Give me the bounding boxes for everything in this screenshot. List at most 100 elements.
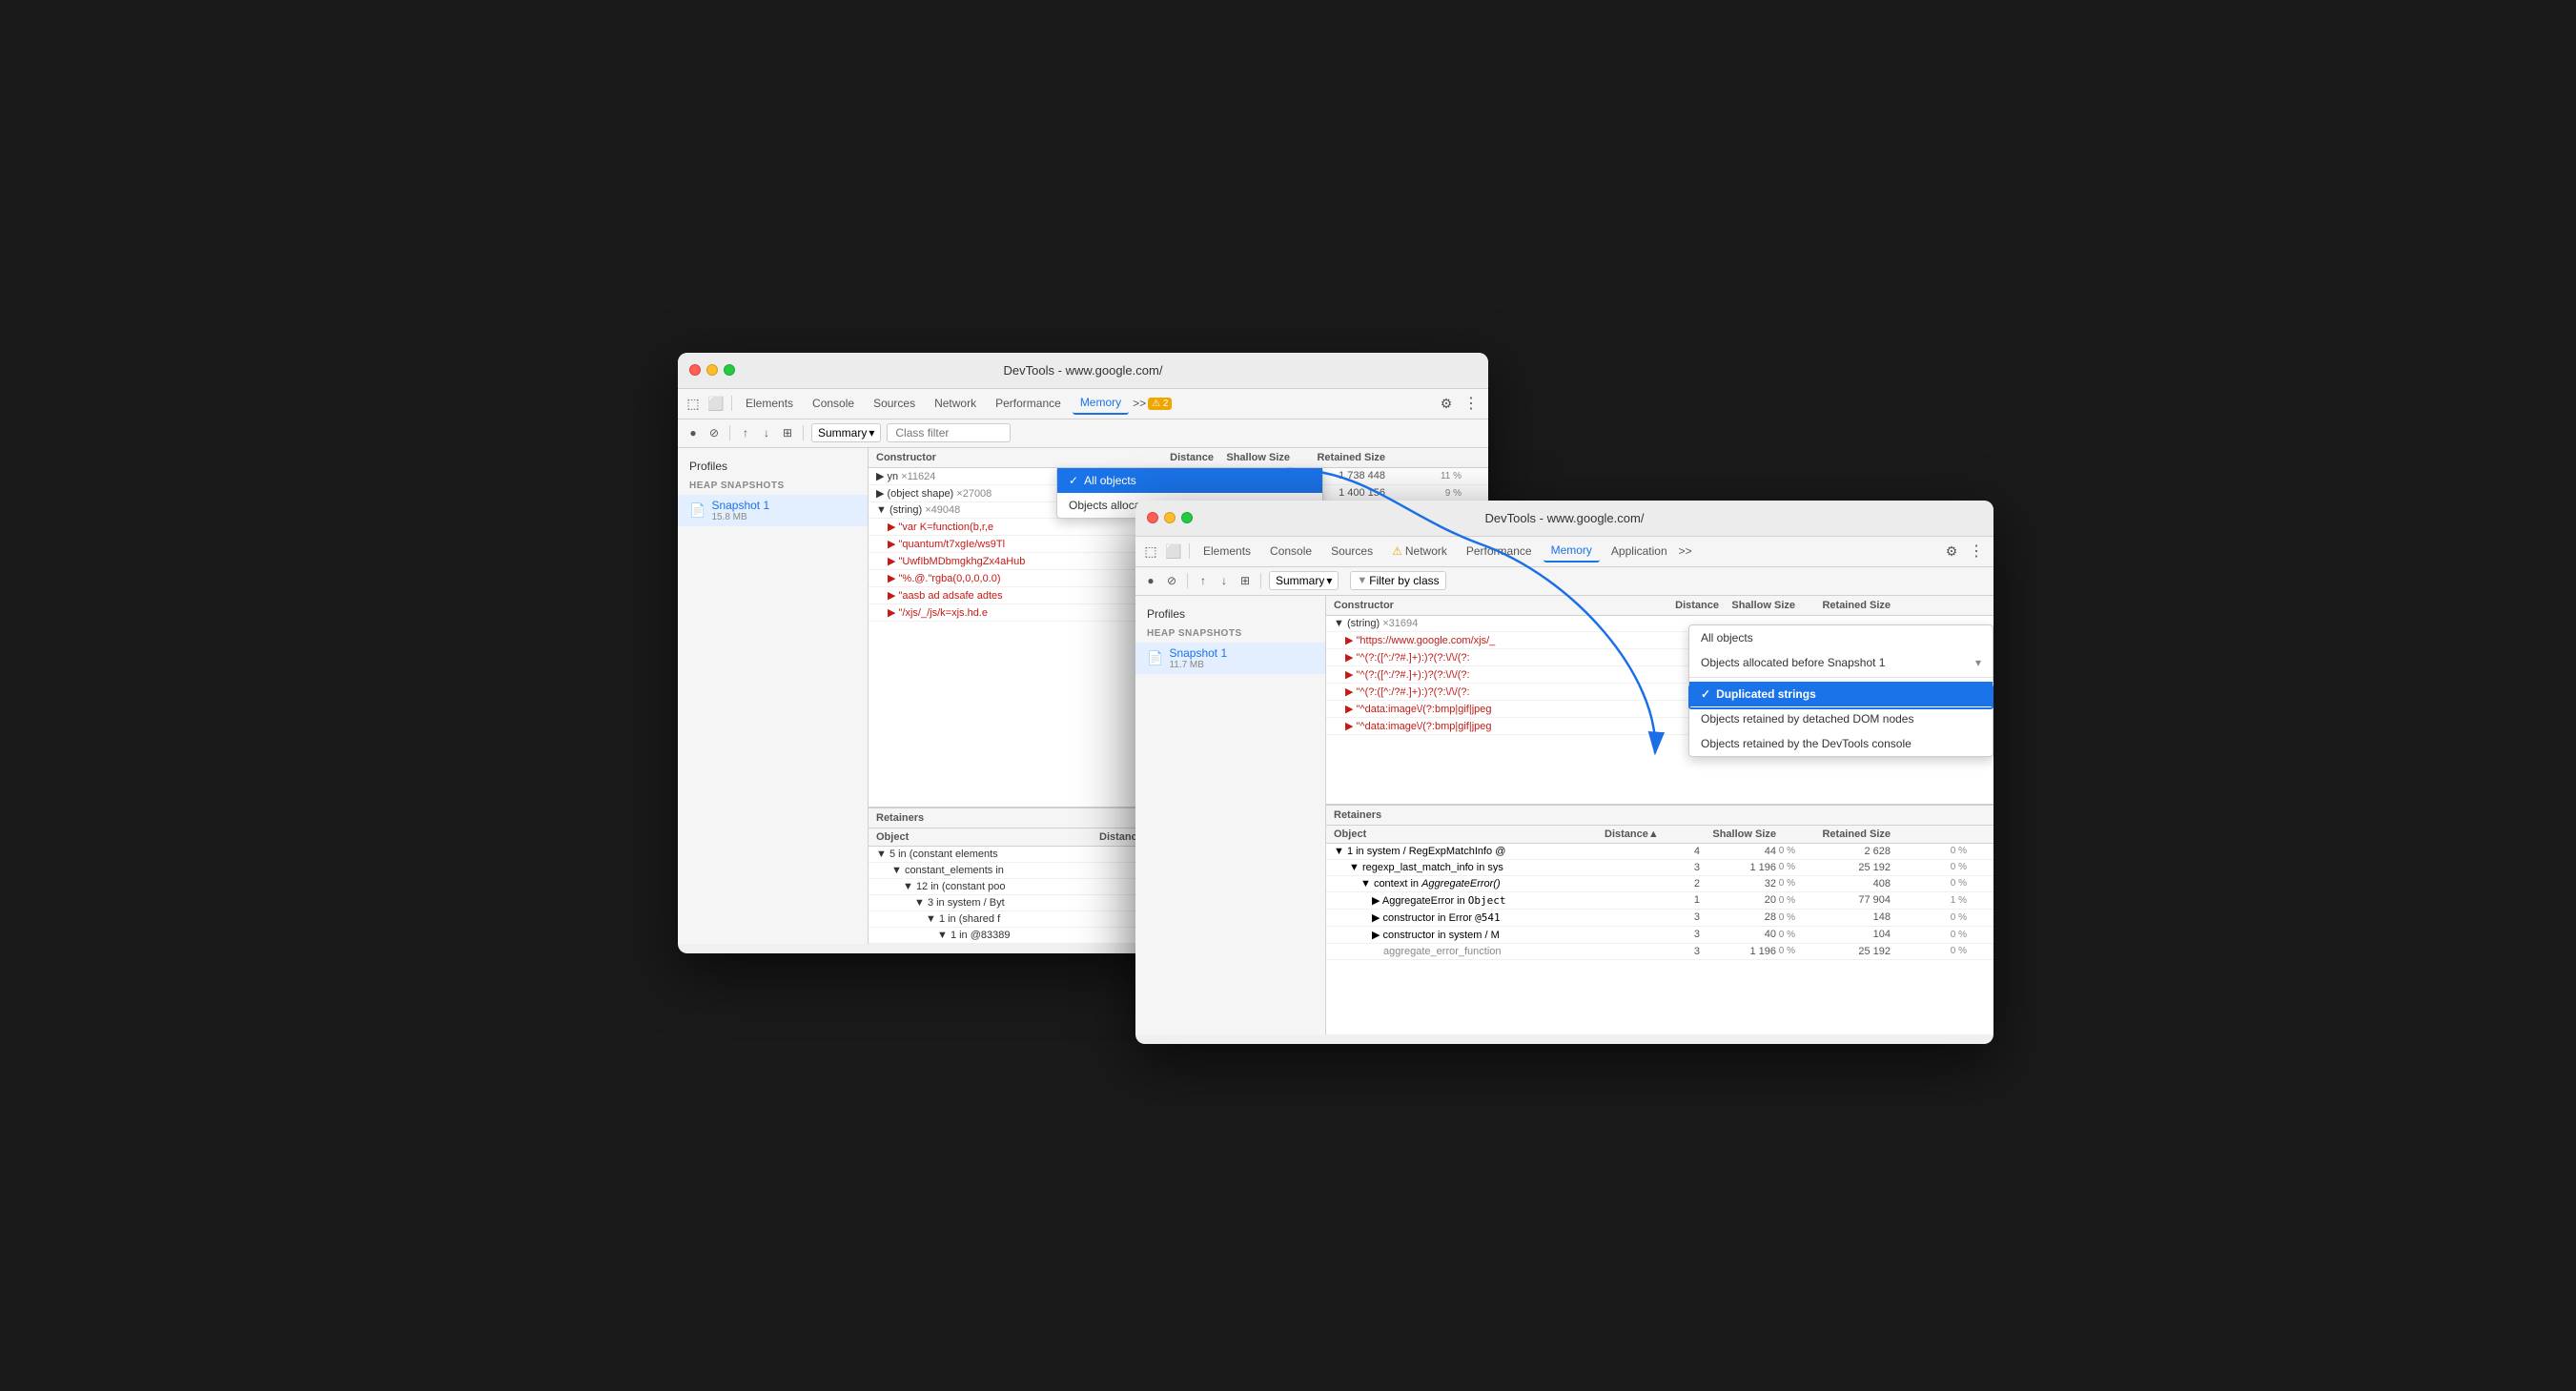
table-row[interactable]: aggregate_error_function 3 1 196 0 % 25 … [1326, 944, 1993, 960]
back-warning-badge: ⚠ 2 [1148, 398, 1172, 410]
front-collect-icon[interactable]: ⊞ [1237, 573, 1253, 588]
back-memory-toolbar: ● ⊘ ↑ ↓ ⊞ Summary ▾ [678, 419, 1488, 448]
back-mem-sep2 [803, 425, 804, 440]
back-upload-icon[interactable]: ↑ [738, 425, 753, 440]
front-tab-network[interactable]: ⚠ Network [1384, 541, 1455, 562]
ret-name: ▼ context in AggregateError() [1334, 878, 1605, 890]
back-more-options[interactable]: ⋮ [1460, 394, 1482, 413]
table-row[interactable]: ▶ AggregateError in Object 1 20 0 % 77 9… [1326, 892, 1993, 910]
back-col-retained: Retained Size [1309, 452, 1385, 463]
back-col-shallow-pct [1290, 452, 1309, 463]
front-tab-elements[interactable]: Elements [1196, 541, 1258, 562]
front-window-title: DevTools - www.google.com/ [1485, 511, 1645, 525]
ret-sh: 1 196 [1700, 862, 1776, 873]
ret-ret: 25 192 [1795, 862, 1891, 873]
back-device-icon[interactable]: ⬜ [706, 394, 726, 413]
front-dropdown-devtools-console[interactable]: Objects retained by the DevTools console [1689, 731, 1993, 756]
back-download-icon[interactable]: ↓ [759, 425, 774, 440]
back-tab-network[interactable]: Network [927, 393, 984, 414]
back-col-constructor: Constructor [876, 452, 1137, 463]
ret-shp: 0 % [1776, 930, 1795, 940]
back-profiles-label: Profiles [689, 460, 727, 473]
back-snapshot-size: 15.8 MB [711, 512, 769, 522]
back-tab-elements[interactable]: Elements [738, 393, 801, 414]
back-snapshot-icon: 📄 [689, 502, 705, 519]
back-collect-icon[interactable]: ⊞ [780, 425, 795, 440]
front-upload-icon[interactable]: ↑ [1196, 573, 1211, 588]
table-row[interactable]: ▼ regexp_last_match_info in sys 3 1 196 … [1326, 860, 1993, 876]
front-tab-performance[interactable]: Performance [1459, 541, 1540, 562]
back-ret-col-object: Object [876, 831, 1099, 843]
back-inspect-icon[interactable]: ⬚ [684, 394, 703, 413]
row-name: ▼ (string) ×31694 [1334, 618, 1643, 629]
back-dropdown-all-objects[interactable]: ✓ All objects [1057, 468, 1322, 493]
front-summary-select[interactable]: Summary ▾ [1269, 571, 1339, 590]
front-tab-console[interactable]: Console [1262, 541, 1319, 562]
front-main-content: Constructor Distance Shallow Size Retain… [1326, 596, 1993, 1034]
back-dropdown-item-label: All objects [1084, 474, 1136, 487]
front-settings-icon[interactable]: ⚙ [1942, 542, 1961, 561]
table-row[interactable]: ▼ context in AggregateError() 2 32 0 % 4… [1326, 876, 1993, 892]
back-close-button[interactable] [689, 364, 701, 376]
front-filter-icon-svg: ▼ [1357, 575, 1367, 586]
ret-ret: 77 904 [1795, 894, 1891, 906]
table-row[interactable]: ▼ 1 in system / RegExpMatchInfo @ 4 44 0… [1326, 844, 1993, 860]
back-tab-memory[interactable]: Memory [1073, 392, 1129, 415]
front-dropdown-before-snapshot[interactable]: Objects allocated before Snapshot 1 ▾ [1689, 650, 1993, 678]
front-snapshot-item[interactable]: 📄 Snapshot 1 11.7 MB [1135, 643, 1325, 674]
front-dropdown-all-objects[interactable]: All objects [1689, 625, 1993, 650]
row-name: ▶ "https://www.google.com/xjs/_ [1334, 634, 1643, 646]
front-tab-sources[interactable]: Sources [1323, 541, 1380, 562]
back-sidebar-profiles[interactable]: Profiles [678, 456, 868, 477]
ret-retp: 0 % [1891, 946, 1967, 956]
front-clear-icon[interactable]: ⊘ [1164, 573, 1179, 588]
front-download-icon[interactable]: ↓ [1216, 573, 1232, 588]
back-more-icon: >> [1133, 397, 1146, 410]
front-tab-application[interactable]: Application [1604, 541, 1675, 562]
back-maximize-button[interactable] [724, 364, 735, 376]
ret-dist: 1 [1605, 894, 1700, 906]
table-row[interactable]: ▶ constructor in Error @541 3 28 0 % 148… [1326, 910, 1993, 927]
back-summary-label: Summary [818, 426, 867, 440]
front-dropdown-duplicated-strings[interactable]: ✓ Duplicated strings [1689, 682, 1993, 706]
back-clear-icon[interactable]: ⊘ [706, 425, 722, 440]
front-close-button[interactable] [1147, 512, 1158, 523]
front-more-options[interactable]: ⋮ [1965, 542, 1988, 561]
ret-sh: 32 [1700, 878, 1776, 890]
ret-retp: 0 % [1891, 912, 1967, 923]
row-name: ▶ "UwfIbMDbmgkhgZx4aHub [876, 555, 1137, 567]
back-minimize-button[interactable] [706, 364, 718, 376]
front-filter-select[interactable]: ▼ Filter by class [1350, 571, 1445, 590]
back-tab-performance[interactable]: Performance [988, 393, 1069, 414]
table-row[interactable]: ▶ constructor in system / M 3 40 0 % 104… [1326, 927, 1993, 944]
front-record-icon[interactable]: ● [1143, 573, 1158, 588]
back-tab-sources[interactable]: Sources [866, 393, 923, 414]
back-mem-sep1 [729, 425, 730, 440]
front-maximize-button[interactable] [1181, 512, 1193, 523]
back-settings-icon[interactable]: ⚙ [1437, 394, 1456, 413]
ret-dist: 3 [1605, 862, 1700, 873]
front-mem-sep1 [1187, 573, 1188, 588]
front-tab-memory[interactable]: Memory [1544, 540, 1600, 563]
back-more-tabs[interactable]: >> ⚠ 2 [1133, 397, 1172, 410]
front-more-tabs[interactable]: >> [1679, 544, 1692, 558]
front-dropdown-detached-dom[interactable]: Objects retained by detached DOM nodes [1689, 706, 1993, 731]
front-sidebar-profiles[interactable]: Profiles [1135, 603, 1325, 624]
front-minimize-button[interactable] [1164, 512, 1176, 523]
front-col-constructor: Constructor [1334, 600, 1643, 611]
back-snapshot-item[interactable]: 📄 Snapshot 1 15.8 MB [678, 495, 868, 526]
front-ret-col-retainedpct [1891, 828, 1967, 840]
front-ret-col-x [1967, 828, 1986, 840]
back-record-icon[interactable]: ● [685, 425, 701, 440]
front-device-icon[interactable]: ⬜ [1164, 542, 1183, 561]
back-tab-console[interactable]: Console [805, 393, 862, 414]
ret-dist: 4 [1605, 846, 1700, 857]
back-summary-select[interactable]: Summary ▾ [811, 423, 881, 442]
front-retainers-section: Retainers Object Distance▲ Shallow Size … [1326, 804, 1993, 1034]
front-filter-label: Filter by class [1369, 574, 1439, 587]
front-inspect-icon[interactable]: ⬚ [1141, 542, 1160, 561]
back-class-filter-input[interactable] [887, 423, 1011, 442]
row-name: ▶ "/xjs/_/js/k=xjs.hd.e [876, 606, 1137, 619]
ret-shp: 0 % [1776, 846, 1795, 856]
front-warning-icon: ⚠ [1392, 544, 1402, 558]
